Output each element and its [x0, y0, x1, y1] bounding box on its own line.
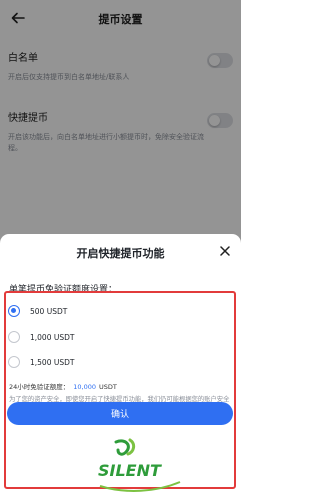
- silent-watermark: SILENT: [96, 436, 186, 496]
- close-button[interactable]: [216, 242, 234, 260]
- watermark-logo-icon: SILENT: [98, 438, 181, 492]
- watermark-text: SILENT: [98, 461, 162, 480]
- close-icon: [220, 246, 230, 256]
- sheet-title: 开启快捷提币功能: [76, 247, 165, 260]
